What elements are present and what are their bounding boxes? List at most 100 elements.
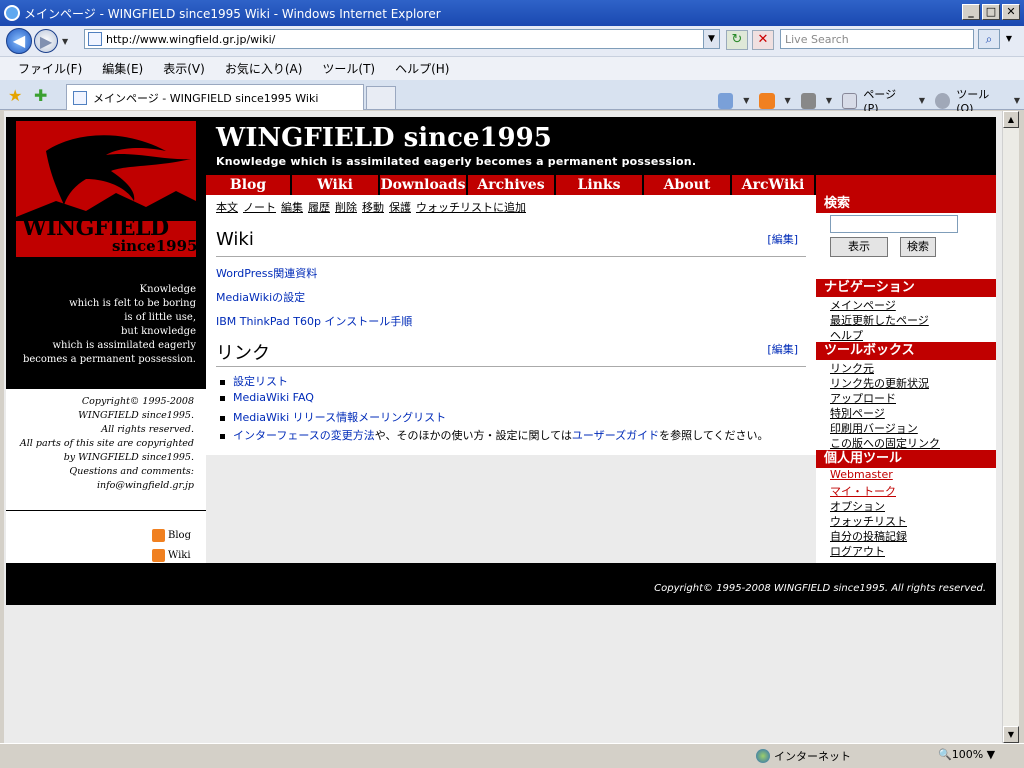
address-dropdown-icon[interactable]: ▼ (703, 30, 719, 48)
menu-file[interactable]: ファイル(F) (18, 60, 82, 77)
minimize-button[interactable]: _ (962, 4, 980, 20)
search-heading: 検索 (816, 195, 996, 213)
scroll-up-icon[interactable]: ▲ (1003, 111, 1019, 128)
address-bar[interactable]: http://www.wingfield.gr.jp/wiki/ ▼ (84, 29, 720, 49)
link-users-guide[interactable]: ユーザーズガイド (572, 429, 659, 442)
search-button[interactable]: ⌕ (978, 29, 1000, 49)
navigation-bar: ◀ ▶ ▼ http://www.wingfield.gr.jp/wiki/ ▼… (0, 26, 1024, 56)
tab-main[interactable]: メインページ - WINGFIELD since1995 Wiki (66, 84, 364, 110)
action-talk[interactable]: ノート (243, 199, 276, 215)
sidebar-item-permalink[interactable]: この版への固定リンク (830, 435, 940, 451)
new-tab-button[interactable] (366, 86, 396, 110)
forward-button[interactable]: ▶ (34, 29, 58, 53)
search-input[interactable]: Live Search (780, 29, 974, 49)
stop-button[interactable]: ✕ (752, 30, 774, 50)
sidebar-item-user[interactable]: Webmaster (830, 468, 893, 481)
action-move[interactable]: 移動 (362, 199, 384, 215)
link-wordpress[interactable]: WordPress関連資料 (216, 265, 317, 281)
copyright-line: WINGFIELD since1995. (78, 410, 194, 421)
list-item: 設定リスト (220, 373, 288, 389)
maximize-button[interactable]: □ (982, 4, 1000, 20)
print-icon[interactable] (800, 92, 816, 109)
nav-wiki[interactable]: Wiki (292, 175, 378, 195)
feed-links: Blog Wiki (6, 511, 206, 569)
sidebar-item-mainpage[interactable]: メインページ (830, 297, 896, 313)
action-edit[interactable]: 編集 (281, 199, 303, 215)
site-name[interactable]: WINGFIELD since1995 (216, 123, 552, 153)
zoom-level[interactable]: 🔍100% ▼ (938, 748, 995, 761)
site-logo[interactable]: WINGFIELD since1995 (16, 121, 196, 257)
motto-line: which is assimilated eagerly (52, 340, 196, 351)
sidebar-item-print[interactable]: 印刷用バージョン (830, 420, 918, 436)
rss-icon (152, 549, 165, 562)
scroll-down-icon[interactable]: ▼ (1003, 726, 1019, 743)
feeds-icon[interactable] (759, 92, 775, 109)
contact-email[interactable]: info@wingfield.gr.jp (97, 480, 194, 491)
history-dropdown-icon[interactable]: ▼ (62, 37, 68, 46)
search-submit-button[interactable]: 検索 (900, 237, 936, 257)
close-button[interactable]: ✕ (1002, 4, 1020, 20)
nav-arcwiki[interactable]: ArcWiki (732, 175, 814, 195)
sidebar-search-input[interactable] (830, 215, 958, 233)
sidebar-item-help[interactable]: ヘルプ (830, 327, 863, 343)
search-options-icon[interactable]: ▼ (1002, 29, 1016, 49)
security-zone[interactable]: インターネット (756, 748, 851, 764)
motto-line: which is felt to be boring (69, 298, 196, 309)
page-icon (88, 32, 102, 46)
sidebar-item-preferences[interactable]: オプション (830, 498, 885, 514)
nav-blog[interactable]: Blog (206, 175, 290, 195)
list-item: インターフェースの変更方法や、そのほかの使い方・設定に関してはユーザーズガイドを… (220, 427, 769, 443)
link-mailing-list[interactable]: MediaWiki リリース情報メーリングリスト (233, 411, 446, 424)
action-article[interactable]: 本文 (216, 199, 238, 215)
link-thinkpad[interactable]: IBM ThinkPad T60p インストール手順 (216, 313, 412, 329)
link-interface[interactable]: インターフェースの変更方法 (233, 429, 375, 442)
refresh-button[interactable]: ↻ (726, 30, 748, 50)
menu-edit[interactable]: 編集(E) (102, 60, 143, 77)
nav-links[interactable]: Links (556, 175, 642, 195)
menu-tools[interactable]: ツール(T) (322, 60, 375, 77)
site-tagline: Knowledge which is assimilated eagerly b… (216, 155, 697, 168)
go-button[interactable]: 表示 (830, 237, 888, 257)
nav-about[interactable]: About (644, 175, 730, 195)
action-watch[interactable]: ウォッチリストに追加 (416, 199, 526, 215)
toolbox-heading: ツールボックス (816, 342, 996, 360)
sidebar-item-recent[interactable]: 最近更新したページ (830, 312, 929, 328)
action-delete[interactable]: 削除 (335, 199, 357, 215)
home-icon[interactable] (718, 92, 734, 109)
nav-downloads[interactable]: Downloads (380, 175, 466, 195)
feed-wiki[interactable]: Wiki (152, 549, 191, 562)
sidebar-item-mytalk[interactable]: マイ・トーク (830, 483, 896, 499)
address-text[interactable]: http://www.wingfield.gr.jp/wiki/ (106, 33, 275, 46)
feed-label: Wiki (168, 550, 191, 561)
link-mediawiki-settings[interactable]: MediaWikiの設定 (216, 289, 305, 305)
section-title: リンク (216, 343, 270, 364)
edit-section-link[interactable]: [編集] (767, 231, 798, 247)
menu-help[interactable]: ヘルプ(H) (395, 60, 449, 77)
sidebar-item-logout[interactable]: ログアウト (830, 543, 885, 559)
menu-favorites[interactable]: お気に入り(A) (225, 60, 303, 77)
action-protect[interactable]: 保護 (389, 199, 411, 215)
favorites-star-icon[interactable]: ★ (8, 86, 22, 105)
sidebar-item-whatlinks[interactable]: リンク元 (830, 360, 874, 376)
edit-section-link[interactable]: [編集] (767, 341, 798, 357)
vertical-scrollbar[interactable]: ▲ ▼ (1002, 111, 1019, 743)
zoom-label: 100% (951, 748, 984, 761)
action-history[interactable]: 履歴 (308, 199, 330, 215)
list-text: を参照してください。 (659, 429, 769, 442)
site-footer: Copyright© 1995-2008 WINGFIELD since1995… (6, 563, 996, 605)
feed-blog[interactable]: Blog (152, 529, 191, 542)
add-favorite-icon[interactable]: ✚ (34, 86, 47, 105)
back-button[interactable]: ◀ (6, 28, 32, 54)
window-controls: _ □ ✕ (962, 4, 1020, 20)
zone-label: インターネット (774, 750, 851, 763)
sidebar-item-related[interactable]: リンク先の更新状況 (830, 375, 929, 391)
sidebar-item-upload[interactable]: アップロード (830, 390, 896, 406)
link-settings-list[interactable]: 設定リスト (233, 375, 288, 388)
sidebar-item-contributions[interactable]: 自分の投稿記録 (830, 528, 907, 544)
sidebar-item-watchlist[interactable]: ウォッチリスト (830, 513, 907, 529)
link-faq[interactable]: MediaWiki FAQ (233, 391, 314, 404)
copyright-box: Copyright© 1995-2008 WINGFIELD since1995… (6, 389, 206, 511)
menu-view[interactable]: 表示(V) (163, 60, 205, 77)
nav-archives[interactable]: Archives (468, 175, 554, 195)
sidebar-item-special[interactable]: 特別ページ (830, 405, 885, 421)
